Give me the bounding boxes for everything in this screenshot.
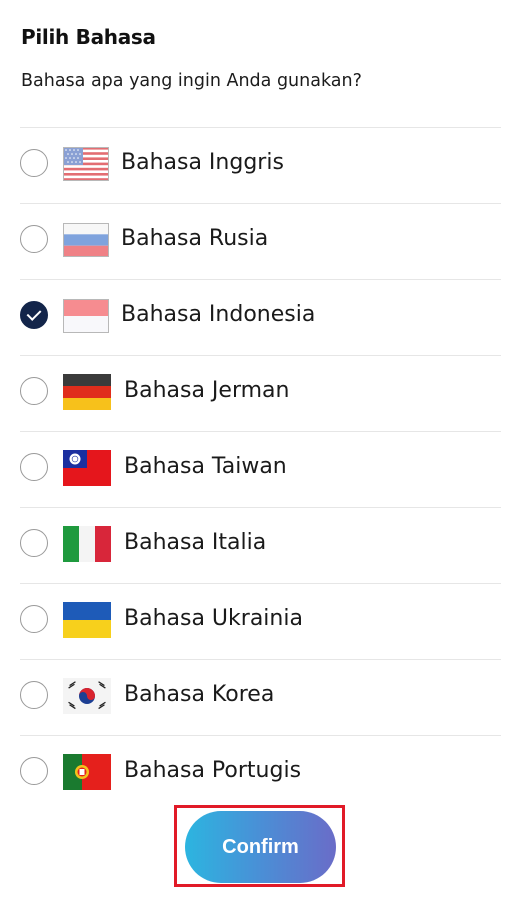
ukraine-flag-icon: [63, 602, 111, 638]
language-option-english[interactable]: Bahasa Inggris: [20, 128, 501, 204]
germany-flag-icon: [63, 374, 111, 410]
portugal-flag-icon: [63, 754, 111, 790]
indonesia-flag-icon: [63, 299, 109, 333]
us-flag-icon: [63, 147, 109, 181]
language-option-ukrainian[interactable]: Bahasa Ukrainia: [20, 584, 501, 660]
language-label: Bahasa Rusia: [121, 226, 269, 251]
language-option-korean[interactable]: Bahasa Korea: [20, 660, 501, 736]
language-option-indonesian[interactable]: Bahasa Indonesia: [20, 280, 501, 356]
korea-flag-icon: [63, 678, 111, 714]
russia-flag-icon: [63, 223, 109, 257]
page-subtitle: Bahasa apa yang ingin Anda gunakan?: [21, 71, 362, 91]
radio-button[interactable]: [20, 529, 48, 557]
language-option-taiwan[interactable]: Bahasa Taiwan: [20, 432, 501, 508]
radio-button[interactable]: [20, 757, 48, 785]
language-label: Bahasa Ukrainia: [124, 606, 303, 631]
language-label: Bahasa Indonesia: [121, 302, 316, 327]
radio-button[interactable]: [20, 605, 48, 633]
language-label: Bahasa Inggris: [121, 150, 284, 175]
language-option-italian[interactable]: Bahasa Italia: [20, 508, 501, 584]
page-title: Pilih Bahasa: [21, 25, 156, 49]
language-label: Bahasa Portugis: [124, 758, 302, 783]
radio-button[interactable]: [20, 377, 48, 405]
language-label: Bahasa Jerman: [124, 378, 290, 403]
radio-button[interactable]: [20, 225, 48, 253]
language-list: Bahasa Inggris Bahasa Rusia Bahasa Indon…: [20, 127, 501, 811]
taiwan-flag-icon: [63, 450, 111, 486]
language-picker-page: Pilih Bahasa Bahasa apa yang ingin Anda …: [0, 0, 522, 905]
language-label: Bahasa Korea: [124, 682, 275, 707]
italy-flag-icon: [63, 526, 111, 562]
language-option-russian[interactable]: Bahasa Rusia: [20, 204, 501, 280]
language-option-german[interactable]: Bahasa Jerman: [20, 356, 501, 432]
language-option-portuguese[interactable]: Bahasa Portugis: [20, 736, 501, 811]
language-label: Bahasa Taiwan: [124, 454, 287, 479]
radio-button[interactable]: [20, 681, 48, 709]
confirm-button[interactable]: Confirm: [185, 811, 336, 883]
radio-button-checked[interactable]: [20, 301, 48, 329]
language-label: Bahasa Italia: [124, 530, 267, 555]
radio-button[interactable]: [20, 453, 48, 481]
radio-button[interactable]: [20, 149, 48, 177]
